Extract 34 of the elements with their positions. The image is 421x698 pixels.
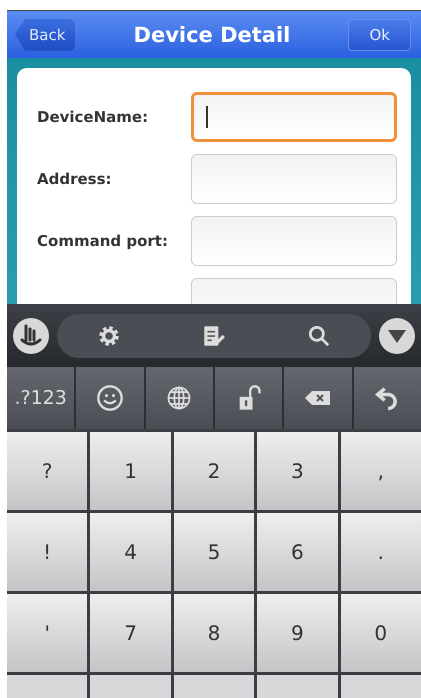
input-field[interactable] bbox=[191, 216, 397, 266]
hand-icon[interactable] bbox=[11, 316, 51, 356]
ok-button[interactable]: Ok bbox=[348, 18, 411, 50]
keyboard-key[interactable]: ' bbox=[7, 594, 88, 672]
field-label: DeviceName: bbox=[37, 108, 148, 126]
symbols-key[interactable]: .?123 bbox=[7, 367, 74, 429]
keyboard-key[interactable]: 2 bbox=[174, 432, 254, 510]
keyboard-key[interactable]: , bbox=[340, 432, 421, 510]
keyboard-key[interactable]: ? bbox=[7, 432, 88, 510]
back-button[interactable]: Back bbox=[15, 18, 76, 50]
lock-key[interactable] bbox=[215, 367, 282, 429]
keyboard-key[interactable]: 7 bbox=[90, 594, 171, 672]
enter-key[interactable] bbox=[354, 367, 421, 429]
keyboard-key[interactable]: ! bbox=[7, 513, 88, 591]
input-field[interactable] bbox=[191, 92, 397, 142]
keyboard-key[interactable]: 3 bbox=[257, 432, 338, 510]
screen-title: Device Detail bbox=[134, 22, 290, 46]
globe-icon bbox=[165, 384, 194, 412]
keyboard-key[interactable]: 4 bbox=[90, 513, 171, 591]
backspace-key[interactable] bbox=[284, 367, 352, 429]
emoji-key[interactable] bbox=[76, 367, 144, 429]
field-label: Address: bbox=[37, 170, 112, 188]
keyboard-key[interactable]: . bbox=[340, 513, 421, 591]
field-label: Command port: bbox=[37, 232, 168, 250]
keyboard-key[interactable]: 6 bbox=[257, 513, 338, 591]
keyboard-key[interactable]: 8 bbox=[174, 594, 254, 672]
keyboard-key[interactable]: 0 bbox=[340, 594, 421, 672]
input-field[interactable] bbox=[191, 154, 397, 204]
globe-key[interactable] bbox=[146, 367, 213, 429]
keyboard-key[interactable]: 9 bbox=[257, 594, 338, 672]
keyboard-key[interactable]: 5 bbox=[174, 513, 254, 591]
keyboard-key[interactable]: 1 bbox=[90, 432, 171, 510]
smiley-icon bbox=[96, 384, 124, 412]
hide-keyboard-icon[interactable] bbox=[377, 316, 417, 356]
